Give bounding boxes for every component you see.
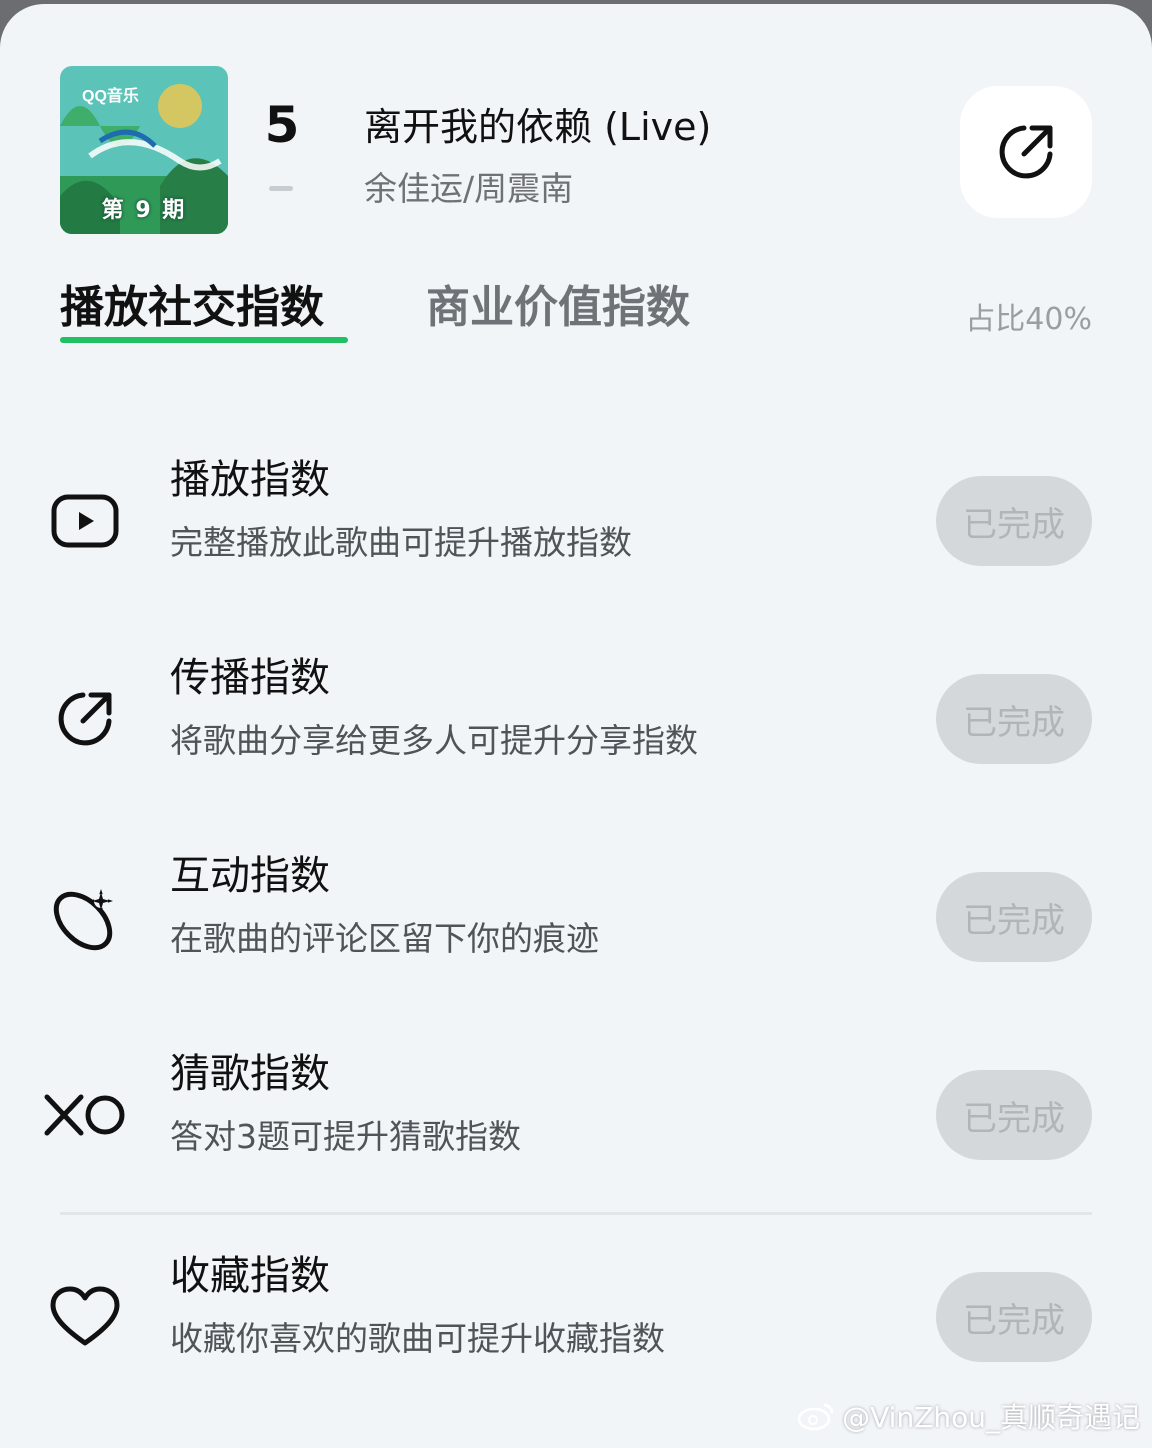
cover-issue: 第 9 期 bbox=[101, 198, 187, 223]
cover-brand: QQ音乐 bbox=[82, 88, 139, 105]
xo-icon bbox=[42, 1040, 128, 1190]
comment-sparkle-icon bbox=[42, 842, 128, 992]
completed-button[interactable]: 已完成 bbox=[936, 1070, 1092, 1160]
task-row-interaction: 互动指数 在歌曲的评论区留下你的痕迹 已完成 bbox=[0, 842, 1152, 992]
completed-button[interactable]: 已完成 bbox=[936, 476, 1092, 566]
task-row-play: 播放指数 完整播放此歌曲可提升播放指数 已完成 bbox=[0, 446, 1152, 596]
completed-button[interactable]: 已完成 bbox=[936, 674, 1092, 764]
heart-icon bbox=[42, 1242, 128, 1392]
task-name: 播放指数 bbox=[170, 457, 330, 503]
song-rank: 5 bbox=[264, 96, 300, 154]
active-tab-indicator bbox=[60, 337, 348, 343]
task-name: 猜歌指数 bbox=[170, 1051, 330, 1097]
song-title: 离开我的依赖 (Live) bbox=[364, 105, 712, 149]
task-row-favorite: 收藏指数 收藏你喜欢的歌曲可提升收藏指数 已完成 bbox=[0, 1242, 1152, 1392]
task-name: 收藏指数 bbox=[170, 1253, 330, 1299]
tab-commercial-value[interactable]: 商业价值指数 bbox=[426, 276, 690, 340]
watermark: @VinZhou_真顺奇遇记 bbox=[796, 1396, 1140, 1436]
rank-change-indicator bbox=[269, 186, 293, 191]
task-row-share: 传播指数 将歌曲分享给更多人可提升分享指数 已完成 bbox=[0, 644, 1152, 794]
section-divider bbox=[60, 1212, 1092, 1215]
tab-play-social[interactable]: 播放社交指数 bbox=[60, 276, 324, 340]
bottom-sheet: QQ音乐 第 9 期 5 离开我的依赖 (Live) 余佳运/周震南 播放社交指… bbox=[0, 4, 1152, 1448]
task-desc: 在歌曲的评论区留下你的痕迹 bbox=[170, 919, 599, 958]
task-desc: 将歌曲分享给更多人可提升分享指数 bbox=[170, 721, 698, 760]
watermark-text: @VinZhou_真顺奇遇记 bbox=[842, 1401, 1140, 1434]
share-icon bbox=[42, 644, 128, 794]
play-icon bbox=[42, 446, 128, 596]
task-name: 传播指数 bbox=[170, 655, 330, 701]
task-desc: 收藏你喜欢的歌曲可提升收藏指数 bbox=[170, 1319, 665, 1358]
ratio-label: 占比40% bbox=[965, 302, 1092, 337]
task-desc: 完整播放此歌曲可提升播放指数 bbox=[170, 523, 632, 562]
weibo-icon bbox=[797, 1403, 834, 1431]
share-button[interactable] bbox=[960, 86, 1092, 218]
task-desc: 答对3题可提升猜歌指数 bbox=[170, 1117, 521, 1156]
song-artist: 余佳运/周震南 bbox=[364, 169, 574, 208]
completed-button[interactable]: 已完成 bbox=[936, 1272, 1092, 1362]
share-icon bbox=[999, 125, 1053, 179]
completed-button[interactable]: 已完成 bbox=[936, 872, 1092, 962]
album-cover[interactable]: QQ音乐 第 9 期 bbox=[60, 66, 228, 234]
task-name: 互动指数 bbox=[170, 853, 330, 899]
task-row-guess: 猜歌指数 答对3题可提升猜歌指数 已完成 bbox=[0, 1040, 1152, 1190]
